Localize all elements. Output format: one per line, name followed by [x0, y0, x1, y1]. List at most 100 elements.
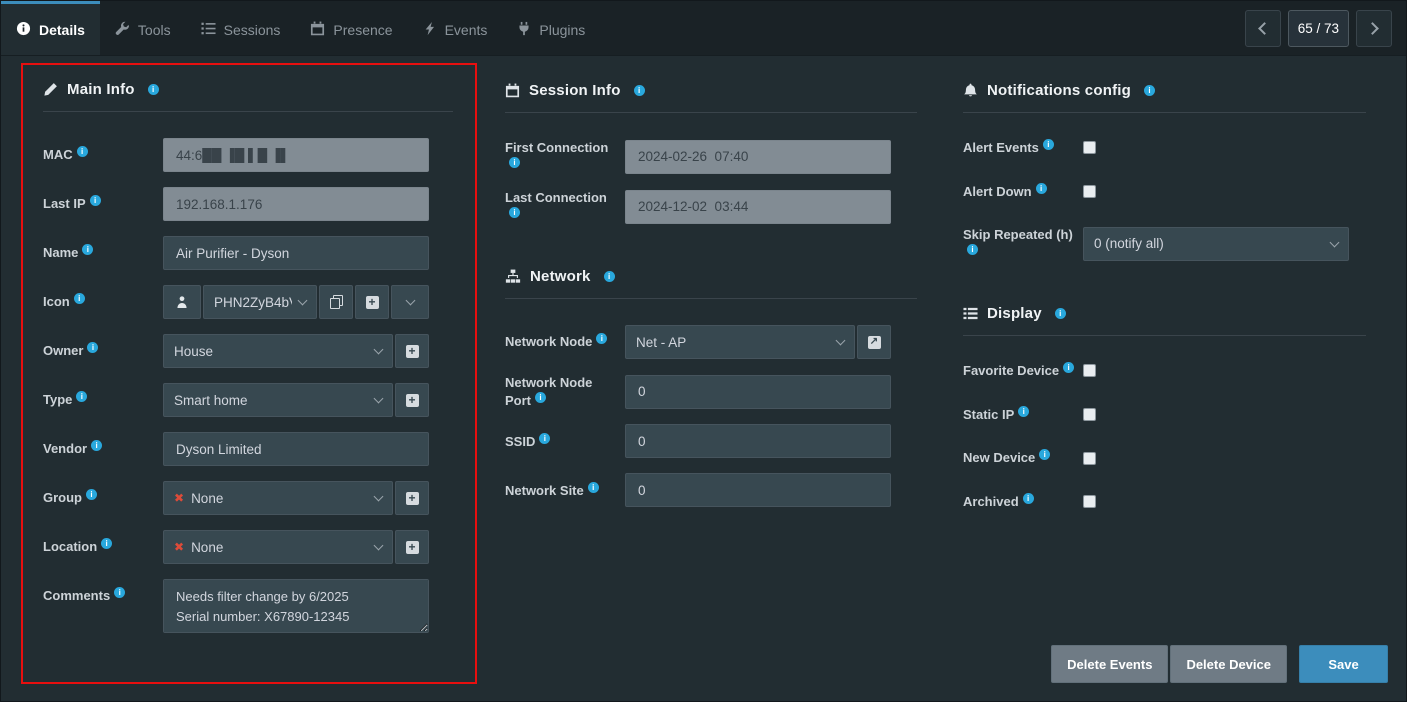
archived-row: Archivedi: [963, 493, 1366, 511]
tab-presence[interactable]: Presence: [295, 1, 407, 55]
type-controls: Smart home +: [163, 383, 429, 417]
info-icon: i: [90, 195, 101, 206]
selected-value: Net - AP: [636, 335, 830, 350]
network-node-port-input[interactable]: [625, 375, 891, 409]
alert-events-checkbox[interactable]: [1083, 141, 1096, 154]
name-label: Namei: [43, 244, 163, 262]
icon-add-button[interactable]: +: [355, 285, 389, 319]
first-connection-label: First Connectioni: [505, 139, 625, 174]
icon-controls: PHN2ZyB4bV +: [163, 285, 429, 319]
group-add-button[interactable]: +: [395, 481, 429, 515]
chevron-down-icon: [374, 541, 384, 551]
display-header: Display i: [963, 305, 1366, 336]
chevron-down-icon: [405, 296, 415, 306]
chevron-left-icon: [1258, 22, 1271, 35]
network-node-port-label: Network Node Porti: [505, 374, 625, 409]
favorite-device-label: Favorite Devicei: [963, 362, 1083, 380]
tab-label: Plugins: [539, 22, 585, 38]
tab-label: Events: [445, 22, 488, 38]
delete-events-button[interactable]: Delete Events: [1051, 645, 1168, 683]
alert-down-checkbox[interactable]: [1083, 185, 1096, 198]
vendor-input[interactable]: [163, 432, 429, 466]
bolt-icon: [423, 21, 437, 39]
info-icon: i: [114, 587, 125, 598]
label-text: Comments: [43, 588, 110, 603]
name-input[interactable]: [163, 236, 429, 270]
label-text: Static IP: [963, 407, 1014, 422]
delete-device-button[interactable]: Delete Device: [1170, 645, 1287, 683]
favorite-device-checkbox[interactable]: [1083, 364, 1096, 377]
tab-events[interactable]: Events: [408, 1, 503, 55]
skip-repeated-select[interactable]: 0 (notify all): [1083, 227, 1349, 261]
plus-square-icon: +: [406, 394, 419, 407]
label-text: Icon: [43, 294, 70, 309]
label-text: Group: [43, 490, 82, 505]
archived-checkbox[interactable]: [1083, 495, 1096, 508]
static-ip-checkbox[interactable]: [1083, 408, 1096, 421]
network-site-input[interactable]: [625, 473, 891, 507]
save-button[interactable]: Save: [1299, 645, 1388, 683]
new-device-checkbox[interactable]: [1083, 452, 1096, 465]
label-text: Network Site: [505, 483, 584, 498]
device-icon-preview: [163, 285, 201, 319]
mac-input[interactable]: [163, 138, 429, 172]
selected-value: None: [191, 491, 368, 506]
notifications-section: Notifications config i Alert Eventsi Ale…: [963, 82, 1366, 261]
last-connection-label: Last Connectioni: [505, 189, 625, 224]
first-connection-input[interactable]: [625, 140, 891, 174]
tab-plugins[interactable]: Plugins: [502, 1, 600, 55]
last-ip-input[interactable]: [163, 187, 429, 221]
open-network-node-button[interactable]: ↗: [857, 325, 891, 359]
owner-add-button[interactable]: +: [395, 334, 429, 368]
network-site-row: Network Sitei: [505, 473, 917, 507]
tab-sessions[interactable]: Sessions: [186, 1, 296, 55]
next-device-button[interactable]: [1356, 10, 1392, 47]
static-ip-label: Static IPi: [963, 406, 1083, 424]
type-field-row: Typei Smart home +: [43, 383, 453, 417]
main-info-header: Main Info i: [43, 81, 453, 112]
tab-label: Presence: [333, 22, 392, 38]
type-add-button[interactable]: +: [395, 383, 429, 417]
selected-value: Smart home: [174, 393, 368, 408]
ssid-input[interactable]: [625, 424, 891, 458]
label-text: Alert Down: [963, 184, 1032, 199]
calendar-icon: [310, 21, 325, 39]
icon-copy-button[interactable]: [319, 285, 353, 319]
tab-details[interactable]: Details: [1, 1, 100, 55]
section-title: Session Info: [529, 82, 621, 99]
tab-tools[interactable]: Tools: [100, 1, 186, 55]
alert-down-label: Alert Downi: [963, 183, 1083, 201]
plus-square-icon: +: [366, 296, 379, 309]
owner-label: Owneri: [43, 342, 163, 360]
last-connection-input[interactable]: [625, 190, 891, 224]
info-icon: i: [1023, 493, 1034, 504]
device-pager: 65 / 73: [1245, 10, 1392, 47]
location-add-button[interactable]: +: [395, 530, 429, 564]
last-connection-row: Last Connectioni: [505, 189, 917, 224]
comments-textarea[interactable]: Needs filter change by 6/2025 Serial num…: [163, 579, 429, 633]
label-text: Network Node: [505, 334, 592, 349]
tab-label: Sessions: [224, 22, 281, 38]
section-title: Network: [530, 268, 591, 285]
info-icon: i: [1144, 85, 1155, 96]
prev-device-button[interactable]: [1245, 10, 1281, 47]
network-node-row: Network Nodei Net - AP ↗: [505, 325, 917, 359]
location-select[interactable]: ✖ None: [163, 530, 393, 564]
type-select[interactable]: Smart home: [163, 383, 393, 417]
info-icon: i: [76, 391, 87, 402]
network-node-select[interactable]: Net - AP: [625, 325, 855, 359]
new-device-row: New Devicei: [963, 449, 1366, 467]
group-select[interactable]: ✖ None: [163, 481, 393, 515]
icon-select[interactable]: PHN2ZyB4bV: [203, 285, 317, 319]
plus-square-icon: +: [406, 541, 419, 554]
info-icon: i: [634, 85, 645, 96]
bell-icon: [963, 83, 978, 98]
notifications-header: Notifications config i: [963, 82, 1366, 113]
owner-select[interactable]: House: [163, 334, 393, 368]
icon-field-row: Iconi PHN2ZyB4bV +: [43, 285, 453, 319]
label-text: Favorite Device: [963, 363, 1059, 378]
icon-gallery-toggle-button[interactable]: [391, 285, 429, 319]
last-ip-label: Last IPi: [43, 195, 163, 213]
info-icon: i: [1043, 139, 1054, 150]
info-icon: i: [87, 342, 98, 353]
